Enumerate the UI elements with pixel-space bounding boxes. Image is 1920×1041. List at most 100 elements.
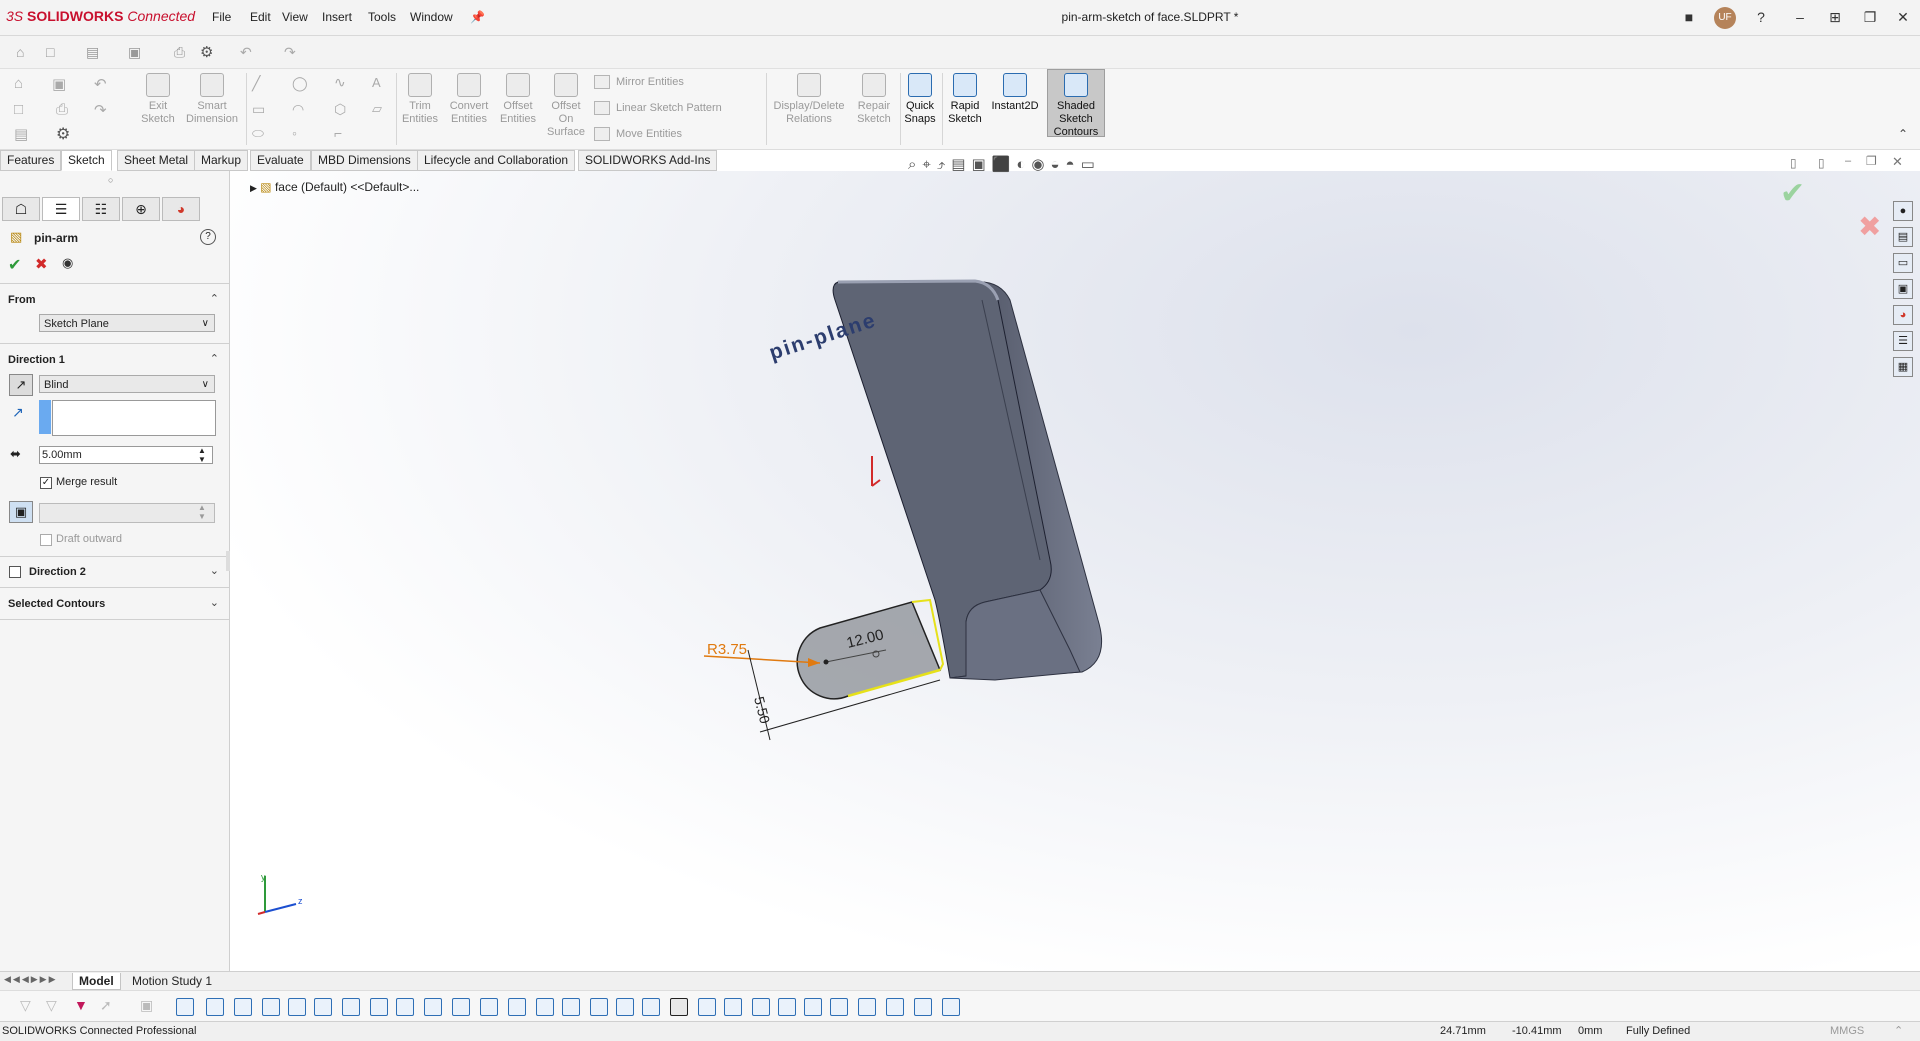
reverse-direction-icon[interactable]: ↗ [9,374,33,396]
display-delete-relations-button[interactable]: Display/Delete Relations [770,73,848,126]
tab-model[interactable]: Model [72,973,121,990]
user-avatar[interactable]: UF [1714,7,1736,29]
zoom-area-icon[interactable]: ⌖ [922,156,936,173]
pin-menu-icon[interactable]: 📌 [470,10,485,24]
offset-on-surface-button[interactable]: Offset On Surface [546,73,586,139]
redo-small-icon[interactable]: ↷ [94,101,107,119]
confirmation-corner-accept-icon[interactable]: ✔ [1780,176,1805,211]
select-cursor-icon[interactable]: ➚ [100,997,112,1014]
menu-file[interactable]: File [212,10,231,24]
filter-toggle-icon[interactable]: ▽ [46,997,57,1014]
home-icon[interactable]: ⌂ [16,44,24,60]
filter-centerline-icon[interactable] [480,998,498,1016]
direction-reference-selectbox[interactable] [52,400,216,436]
edit-appearance-icon[interactable]: ◒ [1050,156,1065,173]
command-prompt-icon[interactable]: ■ [1676,6,1702,28]
filter-edges-icon[interactable] [206,998,224,1016]
print-small-icon[interactable]: ⎙ [56,101,68,118]
collapse-chevron-icon[interactable]: ⌃ [210,352,219,365]
clear-filters-icon[interactable]: ▣ [140,997,153,1014]
filter-mesh-facets-icon[interactable] [858,998,876,1016]
rectangle-icon[interactable]: ▭ [252,101,265,118]
direction2-checkbox[interactable] [9,566,21,578]
trim-entities-button[interactable]: Trim Entities [400,73,440,126]
tab-motion-study[interactable]: Motion Study 1 [126,973,218,989]
zoom-to-fit-icon[interactable]: ⌕ [908,156,922,173]
filter-icon[interactable]: ▽ [20,997,31,1014]
filter-solid-bodies-icon[interactable] [288,998,306,1016]
slot-icon[interactable]: ⬭ [252,125,264,142]
cancel-x-icon[interactable]: ✖ [35,255,48,273]
move-entities-button[interactable]: Move Entities [594,127,682,141]
filter-geometric-tolerance-icon[interactable] [562,998,580,1016]
direction1-section-header[interactable]: Direction 1 [8,354,65,366]
view-palette-icon[interactable]: ▣ [1893,279,1913,299]
tab-mbd-dimensions[interactable]: MBD Dimensions [311,150,418,171]
point-icon[interactable]: ◦ [292,125,297,141]
tab-features[interactable]: Features [0,150,62,171]
direction2-section-header[interactable]: Direction 2 [29,566,86,578]
new-small-icon[interactable]: □ [14,101,23,118]
tab-scroll-icons[interactable]: ◀◀◀▶▶▶ [4,974,58,985]
filter-dowel-pins-icon[interactable] [752,998,770,1016]
filter-sketch-segments-icon[interactable] [396,998,414,1016]
filter-faces-icon[interactable] [234,998,252,1016]
tab-sheet-metal[interactable]: Sheet Metal [117,150,196,171]
view-orientation-icon[interactable]: ⬛ [992,156,1017,173]
unit-system[interactable]: MMGS [1830,1022,1864,1041]
filter-mesh-edges-icon[interactable] [886,998,904,1016]
text-icon[interactable]: A [372,75,381,90]
filter-dimensions-icon[interactable] [508,998,526,1016]
end-condition-select[interactable]: Blind ∨ [39,375,215,393]
filter-surface-finish-icon[interactable] [536,998,554,1016]
ok-check-icon[interactable]: ✔ [8,255,21,275]
help-question-icon[interactable]: ? [200,229,216,245]
menu-edit[interactable]: Edit [250,10,271,24]
tab-sketch[interactable]: Sketch [61,150,112,171]
filter-notes-icon[interactable] [590,998,608,1016]
section-view-icon[interactable]: ▤ [951,156,971,173]
restore-icon[interactable]: ❐ [1857,6,1883,28]
viewport-split-icon[interactable]: ▯ [1818,156,1825,170]
offset-entities-button[interactable]: Offset Entities [496,73,540,126]
redo-icon[interactable]: ↷ [284,44,296,61]
instant2d-button[interactable]: Instant2D [988,73,1042,113]
tab-display-manager[interactable]: ◕ [162,197,200,221]
rapid-sketch-button[interactable]: Rapid Sketch [946,73,984,126]
menu-window[interactable]: Window [410,10,453,24]
appearances-icon[interactable]: ◕ [1893,305,1913,325]
from-section-header[interactable]: From [8,294,36,306]
exit-sketch-button[interactable]: Exit Sketch [140,73,176,126]
filter-cosmetic-threads-icon[interactable] [724,998,742,1016]
filter-routing-points-icon[interactable] [804,998,822,1016]
menu-view[interactable]: View [282,10,308,24]
tab-dimxpert-manager[interactable]: ⊕ [122,197,160,221]
open-small-icon[interactable]: ▤ [14,125,28,143]
solidworks-resources-icon[interactable]: ● [1893,201,1913,221]
shaded-sketch-contours-button[interactable]: Shaded Sketch Contours [1048,73,1104,139]
solidworks-logo[interactable]: 3S SOLIDWORKS Connected [6,8,195,24]
minimize-icon[interactable]: – [1787,6,1813,28]
depth-spinner[interactable]: ▲ ▼ [198,446,206,464]
undo-small-icon[interactable]: ↶ [94,75,107,93]
circle-icon[interactable]: ◯ [292,75,308,92]
filter-mid-icon[interactable] [830,998,848,1016]
filter-midpoints-icon[interactable] [424,998,442,1016]
mirror-entities-button[interactable]: Mirror Entities [594,75,684,89]
filter-sketch-points-icon[interactable] [370,998,388,1016]
view-settings-icon[interactable]: ▭ [1081,156,1101,173]
filter-sketch-text-icon[interactable] [670,998,688,1016]
viewport-minimize-icon[interactable]: – [1845,155,1851,167]
fillet-icon[interactable]: ⌐ [334,125,342,141]
display-style-icon[interactable]: ◐ [1016,156,1031,173]
filter-vertices-icon[interactable]: ▼ [74,997,88,1013]
tile-icon[interactable]: ⊞ [1822,6,1848,28]
options-small-gear-icon[interactable]: ⚙ [56,124,70,144]
dynamic-annotation-icon[interactable]: ▣ [971,156,991,173]
viewport-tile-icon[interactable]: ▯ [1790,156,1797,170]
filter-weld-symbols-icon[interactable] [642,998,660,1016]
filter-axes-icon[interactable] [314,998,332,1016]
collapse-ribbon-icon[interactable]: ⌃ [1898,127,1908,141]
merge-result-checkbox[interactable]: ✓ [40,477,52,489]
panel-grip-icon[interactable]: ○ [108,175,113,185]
